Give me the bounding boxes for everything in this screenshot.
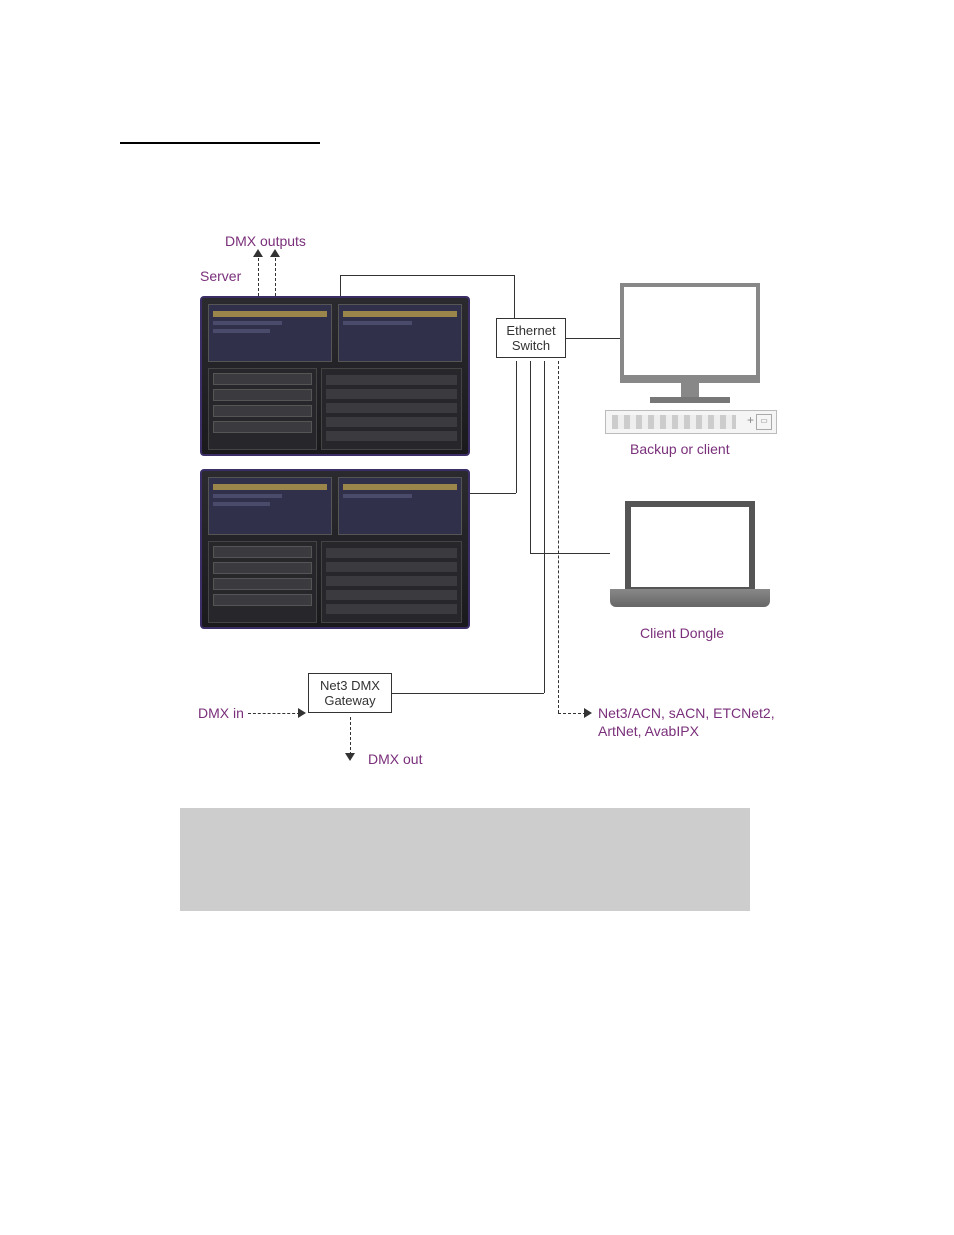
wire	[544, 361, 545, 693]
dmx-out-arrow-1	[253, 249, 263, 257]
console-server	[200, 296, 470, 456]
console-faders	[208, 541, 317, 623]
wire-dashed	[248, 713, 300, 714]
wire-dashed	[558, 713, 586, 714]
arrow-right-icon	[584, 708, 592, 718]
wire	[340, 275, 341, 296]
dmx-out-line-1	[258, 253, 259, 296]
wire	[514, 275, 515, 318]
console-screen	[338, 304, 462, 362]
label-dmx-outputs: DMX outputs	[225, 233, 306, 249]
wire	[340, 275, 514, 276]
rack-unit: + ▭	[605, 410, 777, 434]
label-protocols-line1: Net3/ACN, sACN, ETCNet2,	[598, 705, 775, 721]
wire	[530, 361, 531, 553]
document-page: DMX outputs Server	[0, 0, 954, 1235]
label-dmx-out: DMX out	[368, 751, 422, 767]
note-box	[180, 808, 750, 911]
wire	[470, 493, 516, 494]
wire-dashed	[350, 717, 351, 755]
wire	[566, 338, 620, 339]
console-screen	[208, 477, 332, 535]
label-backup-or-client: Backup or client	[630, 441, 730, 457]
dmx-out-arrow-2	[270, 249, 280, 257]
wire	[516, 361, 517, 493]
arrow-right-icon	[298, 708, 306, 718]
backup-monitor	[620, 283, 760, 403]
label-protocols-line2: ArtNet, AvabIPX	[598, 723, 699, 739]
label-client-dongle: Client Dongle	[640, 625, 724, 641]
wire	[530, 553, 610, 554]
net3-dmx-gateway-box: Net3 DMX Gateway	[308, 673, 392, 713]
label-server: Server	[200, 268, 241, 284]
ethernet-switch-box: Ethernet Switch	[496, 318, 566, 358]
arrow-down-icon	[345, 753, 355, 761]
console-screen	[208, 304, 332, 362]
client-laptop	[610, 501, 770, 607]
console-screen	[338, 477, 462, 535]
console-keypad	[321, 541, 462, 623]
network-diagram: DMX outputs Server	[180, 233, 850, 793]
label-dmx-in: DMX in	[198, 705, 244, 721]
section-underline	[120, 120, 320, 144]
wire	[392, 693, 544, 694]
console-backup	[200, 469, 470, 629]
wire-dashed	[558, 361, 559, 713]
dmx-out-line-2	[275, 253, 276, 296]
console-keypad	[321, 368, 462, 450]
console-faders	[208, 368, 317, 450]
